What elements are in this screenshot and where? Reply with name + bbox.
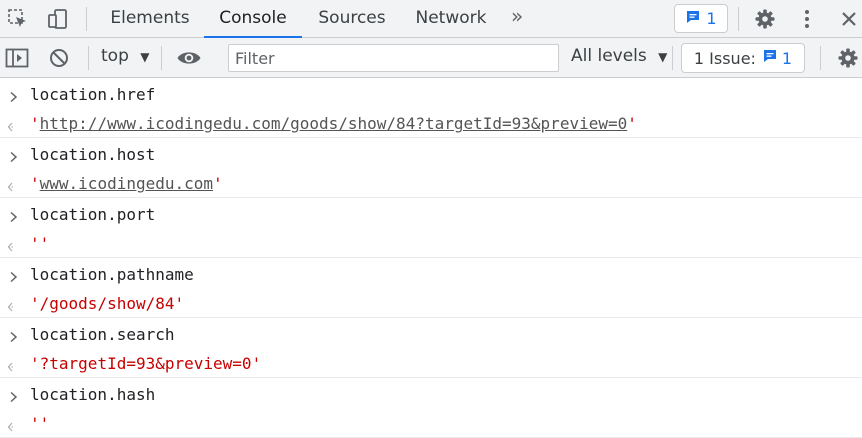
message-icon [685, 9, 701, 29]
console-result[interactable]: 'www.icodingedu.com' [30, 174, 223, 193]
console-input[interactable]: location.href [30, 85, 155, 104]
filter-box [228, 44, 559, 72]
result-arrow-icon [7, 118, 21, 137]
result-link[interactable]: www.icodingedu.com [40, 174, 213, 193]
devtools-tabbar: Elements Console Sources Network » 1 [0, 0, 862, 38]
console-result[interactable]: '' [30, 414, 49, 433]
input-prompt-chevron-icon [8, 328, 20, 347]
console-toolbar: top ▼ All levels ▼ 1 Issue: 1 [0, 38, 862, 78]
result-arrow-icon [7, 358, 21, 377]
close-icon[interactable] [836, 6, 862, 32]
console-input[interactable]: location.host [30, 145, 155, 164]
log-levels-value: All levels [571, 46, 647, 66]
console-settings-gear-icon[interactable] [835, 45, 861, 71]
settings-gear-icon[interactable] [752, 6, 778, 32]
console-input[interactable]: location.pathname [30, 265, 194, 284]
console-entry: location.href 'http://www.icodingedu.com/… [0, 78, 862, 138]
console-result[interactable]: '/goods/show/84' [30, 294, 184, 313]
toolbar-divider [86, 7, 87, 31]
dropdown-arrow-icon: ▼ [658, 50, 668, 64]
toolbar-divider [88, 46, 89, 70]
tab-network[interactable]: Network [404, 0, 498, 38]
result-arrow-icon [7, 298, 21, 317]
console-input[interactable]: location.hash [30, 385, 155, 404]
tab-console[interactable]: Console [204, 0, 302, 38]
toolbar-divider [738, 7, 739, 31]
console-messages: location.href 'http://www.icodingedu.com/… [0, 78, 862, 438]
input-prompt-chevron-icon [8, 208, 20, 227]
console-result[interactable]: '?targetId=93&preview=0' [30, 354, 261, 373]
issues-count: 1 [781, 48, 793, 68]
inspect-element-icon[interactable] [5, 6, 31, 32]
result-value: ?targetId=93&preview=0 [39, 354, 252, 373]
issues-count-group: 1 [762, 48, 792, 68]
console-entry: location.port '' [0, 198, 862, 258]
show-sidebar-icon[interactable] [4, 45, 30, 71]
toolbar-divider [820, 46, 821, 70]
more-tabs-button[interactable]: » [511, 4, 523, 28]
result-link[interactable]: http://www.icodingedu.com/goods/show/84?… [40, 114, 628, 133]
messages-count: 1 [706, 9, 717, 28]
log-levels-dropdown[interactable]: All levels ▼ [571, 46, 667, 66]
console-entry: location.host 'www.icodingedu.com' [0, 138, 862, 198]
input-prompt-chevron-icon [8, 268, 20, 287]
input-prompt-chevron-icon [8, 88, 20, 107]
issue-message-icon [762, 48, 778, 68]
input-prompt-chevron-icon [8, 388, 20, 407]
live-expression-eye-icon[interactable] [176, 45, 202, 71]
console-result[interactable]: '' [30, 234, 49, 253]
input-prompt-chevron-icon [8, 148, 20, 167]
console-input[interactable]: location.search [30, 325, 175, 344]
result-arrow-icon [7, 418, 21, 437]
device-toolbar-icon[interactable] [45, 6, 71, 32]
context-value: top [101, 46, 129, 66]
kebab-menu-icon[interactable] [794, 6, 820, 32]
console-entry: location.pathname '/goods/show/84' [0, 258, 862, 318]
toolbar-divider [161, 46, 162, 70]
clear-console-icon[interactable] [46, 45, 72, 71]
messages-badge[interactable]: 1 [674, 4, 728, 33]
console-entry: location.search '?targetId=93&preview=0' [0, 318, 862, 378]
dropdown-arrow-icon: ▼ [140, 50, 150, 64]
context-select[interactable]: top ▼ [101, 46, 150, 66]
tab-sources[interactable]: Sources [306, 0, 398, 38]
toolbar-divider [672, 46, 673, 70]
console-input[interactable]: location.port [30, 205, 155, 224]
result-arrow-icon [7, 178, 21, 197]
console-entry: location.hash '' [0, 378, 862, 438]
tab-elements[interactable]: Elements [100, 0, 200, 38]
issues-label: 1 Issue: [693, 48, 756, 68]
result-arrow-icon [7, 238, 21, 257]
console-result[interactable]: 'http://www.icodingedu.com/goods/show/84… [30, 114, 637, 133]
result-value: /goods/show/84 [39, 294, 175, 313]
filter-input[interactable] [229, 45, 558, 71]
issues-button[interactable]: 1 Issue: 1 [681, 43, 805, 73]
